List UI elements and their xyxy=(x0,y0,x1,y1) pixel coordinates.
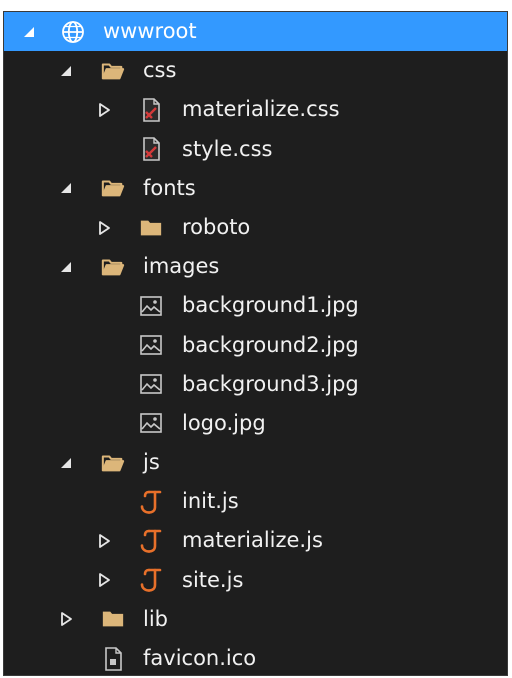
tree-item-images[interactable]: images xyxy=(4,247,507,286)
tree-item-init-js[interactable]: init.js xyxy=(4,482,507,521)
tree-item-label: materialize.js xyxy=(182,528,323,553)
file-tree: wwwroot css materialize.css style.css fonts r… xyxy=(4,12,507,675)
collapsed-arrow-icon[interactable] xyxy=(95,219,113,237)
tree-item-lib[interactable]: lib xyxy=(4,600,507,639)
tree-item-logo-jpg[interactable]: logo.jpg xyxy=(4,404,507,443)
js-file-icon xyxy=(139,490,163,514)
tree-item-label: background1.jpg xyxy=(182,293,359,318)
tree-item-label: background2.jpg xyxy=(182,332,359,357)
tree-item-style-css[interactable]: style.css xyxy=(4,130,507,169)
image-file-icon xyxy=(139,294,163,318)
tree-item-label: background3.jpg xyxy=(182,371,359,396)
globe-icon xyxy=(61,20,85,44)
tree-item-label: fonts xyxy=(143,175,196,200)
solution-explorer-panel: wwwroot css materialize.css style.css fonts r… xyxy=(3,11,508,676)
tree-item-roboto[interactable]: roboto xyxy=(4,208,507,247)
tree-item-background1-jpg[interactable]: background1.jpg xyxy=(4,286,507,325)
tree-item-materialize-js[interactable]: materialize.js xyxy=(4,521,507,560)
tree-item-label: images xyxy=(143,254,220,279)
tree-item-css[interactable]: css xyxy=(4,51,507,90)
image-file-icon xyxy=(139,372,163,396)
tree-item-js[interactable]: js xyxy=(4,443,507,482)
tree-item-background3-jpg[interactable]: background3.jpg xyxy=(4,365,507,404)
tree-item-label: wwwroot xyxy=(103,19,197,43)
expanded-arrow-icon[interactable] xyxy=(57,179,75,197)
folder-open-icon xyxy=(101,451,125,475)
collapsed-arrow-icon[interactable] xyxy=(57,610,75,628)
tree-item-wwwroot[interactable]: wwwroot xyxy=(4,12,507,52)
image-file-icon xyxy=(139,333,163,357)
tree-item-fonts[interactable]: fonts xyxy=(4,169,507,208)
tree-item-materialize-css[interactable]: materialize.css xyxy=(4,90,507,129)
tree-item-favicon-ico[interactable]: favicon.ico xyxy=(4,639,507,675)
css-file-icon xyxy=(139,98,163,122)
expanded-arrow-icon[interactable] xyxy=(20,23,38,41)
tree-item-label: js xyxy=(143,450,160,475)
tree-item-label: style.css xyxy=(182,136,273,161)
tree-item-label: lib xyxy=(143,606,168,631)
js-file-icon xyxy=(139,568,163,593)
folder-icon xyxy=(101,607,125,631)
image-file-icon xyxy=(139,411,163,435)
tree-item-label: site.js xyxy=(182,567,244,592)
tree-item-label: logo.jpg xyxy=(182,410,266,435)
folder-icon xyxy=(139,216,163,240)
ico-file-icon xyxy=(101,646,125,671)
js-file-icon xyxy=(139,529,163,553)
tree-item-label: favicon.ico xyxy=(143,646,257,670)
expanded-arrow-icon[interactable] xyxy=(57,258,75,276)
expanded-arrow-icon[interactable] xyxy=(57,454,75,472)
collapsed-arrow-icon[interactable] xyxy=(95,532,113,550)
tree-item-background2-jpg[interactable]: background2.jpg xyxy=(4,326,507,365)
tree-item-site-js[interactable]: site.js xyxy=(4,561,507,600)
tree-item-label: roboto xyxy=(182,214,251,239)
expanded-arrow-icon[interactable] xyxy=(57,62,75,80)
folder-open-icon xyxy=(101,255,125,279)
css-file-icon xyxy=(139,137,163,161)
tree-item-label: css xyxy=(143,58,177,83)
folder-open-icon xyxy=(101,176,125,200)
tree-item-label: materialize.css xyxy=(182,97,340,122)
collapsed-arrow-icon[interactable] xyxy=(95,571,113,589)
collapsed-arrow-icon[interactable] xyxy=(95,101,113,119)
folder-open-icon xyxy=(101,59,125,83)
tree-item-label: init.js xyxy=(182,489,239,514)
